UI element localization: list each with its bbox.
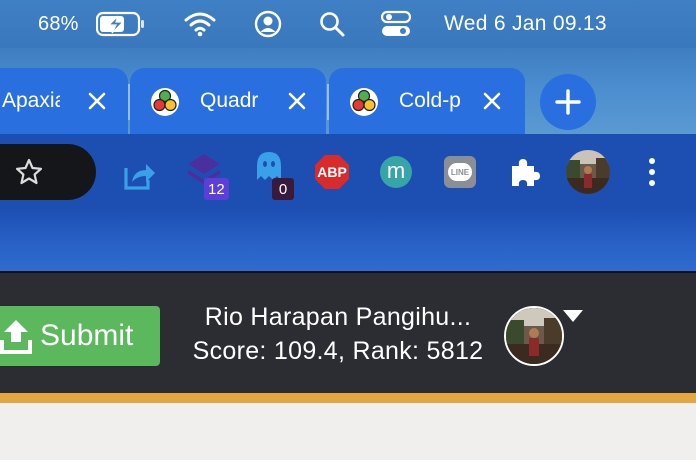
puzzle-extensions-icon[interactable] [508,156,540,188]
plus-icon [555,89,581,115]
bookmark-star-icon[interactable] [14,144,44,200]
upload-icon [0,320,32,354]
adblock-label: ABP [317,164,347,180]
tab-title: Apaxia [2,89,60,112]
page-top-banner [0,210,696,272]
tab-close-icon[interactable] [284,68,310,134]
browser-tab-strip: Apaxia Quadr Cold-p [0,48,696,134]
tab-apaxia[interactable]: Apaxia [0,68,128,134]
header-accent-stripe [0,393,696,403]
ghostery-extension[interactable]: 0 [254,150,300,200]
browser-toolbar: 12 0 ABP m LINE [0,134,696,210]
control-center-icon[interactable] [380,0,412,48]
spotlight-search-icon[interactable] [318,0,346,48]
tab-close-icon[interactable] [84,68,110,134]
new-tab-button[interactable] [540,74,596,130]
submit-label: Submit [40,319,134,352]
tab-quadr[interactable]: Quadr [130,68,326,134]
m-extension-icon[interactable]: m [380,156,412,188]
line-label: LINE [448,163,472,181]
page-content [0,403,696,460]
wifi-icon[interactable] [184,0,216,48]
tab-title: Cold-p [399,89,461,112]
battery-percentage: 68% [38,12,79,35]
extension-badge: 0 [272,178,294,200]
stack-extension[interactable]: 12 [186,152,234,200]
tab-cold-p[interactable]: Cold-p [329,68,525,134]
m-extension-label: m [386,157,406,183]
dropdown-caret-icon[interactable] [562,309,584,323]
user-score-rank: Score: 109.4, Rank: 5812 [192,337,484,365]
browser-menu-kebab-icon[interactable] [646,156,658,188]
line-extension-icon[interactable]: LINE [444,156,476,188]
tab-title: Quadr [200,89,259,112]
adblock-plus-icon[interactable]: ABP [314,154,350,190]
share-extension-icon[interactable] [122,158,156,192]
user-avatar[interactable] [504,306,564,366]
profile-avatar[interactable] [566,150,610,194]
extension-badge: 12 [204,178,229,200]
user-account-icon[interactable] [254,0,282,48]
quadrant-favicon-icon [350,88,378,116]
battery-charging-icon[interactable] [96,0,146,48]
user-name[interactable]: Rio Harapan Pangihu... [178,303,498,332]
macos-menubar: 68% Wed 6 Jan 09.13 [0,0,696,48]
address-bar[interactable] [0,144,96,200]
menubar-clock[interactable]: Wed 6 Jan 09.13 [444,0,607,48]
site-header: Submit Rio Harapan Pangihu... Score: 109… [0,273,696,393]
quadrant-favicon-icon [151,88,179,116]
tab-close-icon[interactable] [479,68,505,134]
submit-button[interactable]: Submit [0,306,160,366]
